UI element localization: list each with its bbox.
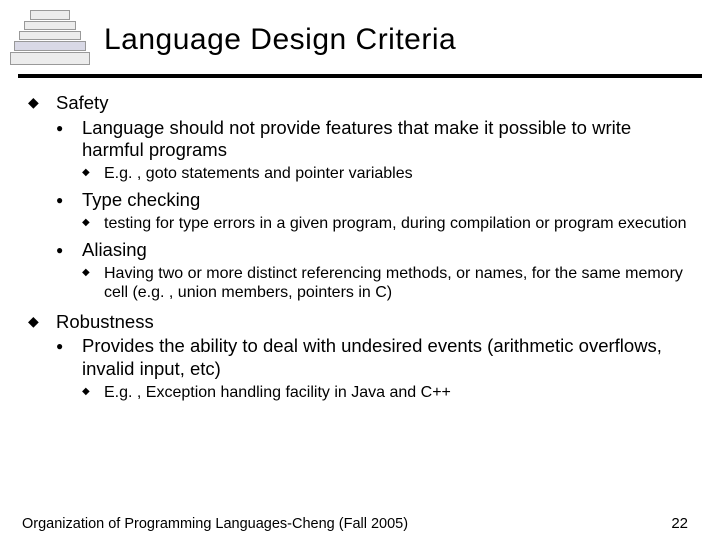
bullet-label: Aliasing [82, 239, 147, 260]
bullet-type-checking: Type checking testing for type errors in… [56, 189, 692, 233]
slide-header: Language Design Criteria [0, 0, 720, 70]
bullet-language-features: Language should not provide features tha… [56, 117, 692, 184]
bullet-label: Type checking [82, 189, 200, 210]
page-number: 22 [671, 515, 698, 532]
bullet-label: Robustness [56, 311, 154, 332]
bullet-aliasing-desc: Having two or more distinct referencing … [82, 264, 692, 303]
bullet-exception-handling: E.g. , Exception handling facility in Ja… [82, 383, 692, 403]
logo-pyramid-icon [10, 10, 90, 70]
slide-title: Language Design Criteria [104, 23, 456, 57]
slide-footer: Organization of Programming Languages-Ch… [0, 515, 720, 532]
bullet-aliasing: Aliasing Having two or more distinct ref… [56, 239, 692, 303]
bullet-safety: Safety Language should not provide featu… [28, 92, 692, 303]
bullet-type-errors: testing for type errors in a given progr… [82, 214, 692, 234]
bullet-label: Safety [56, 92, 108, 113]
slide-content: Safety Language should not provide featu… [0, 78, 720, 402]
footer-course: Organization of Programming Languages-Ch… [22, 516, 408, 532]
bullet-label: Language should not provide features tha… [82, 117, 631, 161]
bullet-undesired-events: Provides the ability to deal with undesi… [56, 335, 692, 402]
bullet-label: Provides the ability to deal with undesi… [82, 335, 662, 379]
bullet-goto-example: E.g. , goto statements and pointer varia… [82, 164, 692, 184]
bullet-robustness: Robustness Provides the ability to deal … [28, 311, 692, 402]
